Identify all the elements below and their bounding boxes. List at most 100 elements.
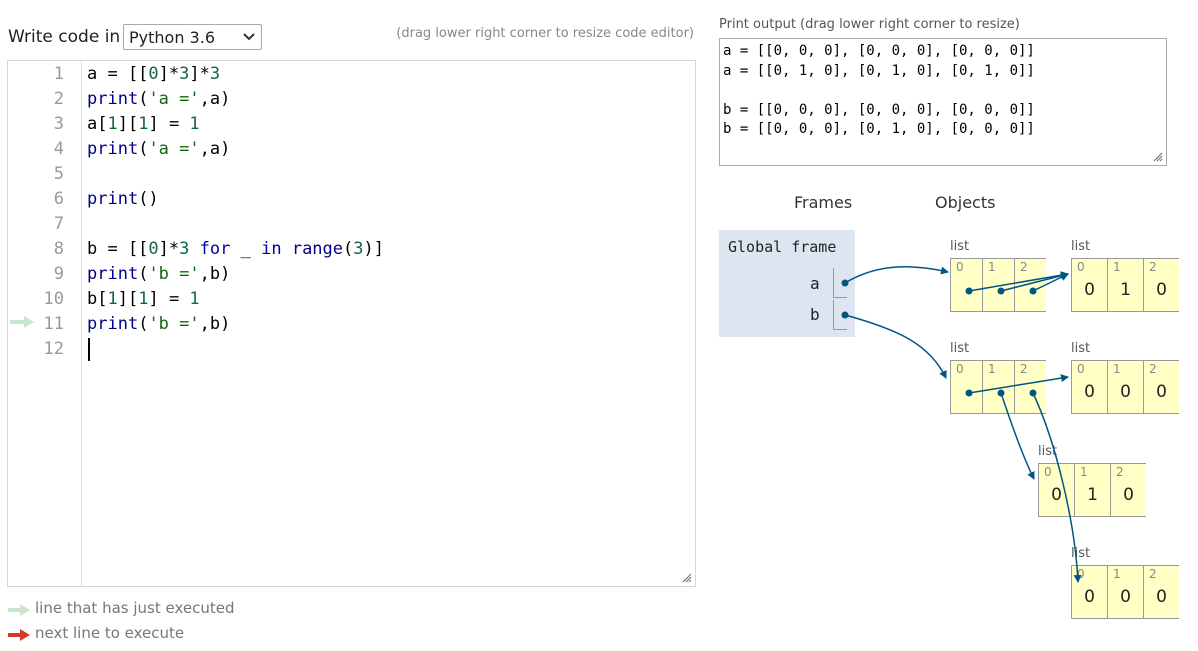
output-line: b = [[0, 0, 0], [0, 1, 0], [0, 0, 0]] <box>723 121 1035 137</box>
code-line-6[interactable]: print() <box>87 187 159 212</box>
list-index: 2 <box>1020 260 1028 274</box>
list-cell: 10 <box>1107 361 1143 413</box>
list-value: 0 <box>1156 280 1167 300</box>
list-value: 1 <box>1087 485 1098 505</box>
print-output-box[interactable]: a = [[0, 0, 0], [0, 0, 0], [0, 0, 0]] a … <box>719 38 1167 166</box>
list-index: 0 <box>956 362 964 376</box>
list-cell: 11 <box>1074 464 1110 516</box>
list-label: list <box>1071 341 1091 356</box>
list-cell: 1 <box>982 361 1014 413</box>
line-number: 1 <box>53 64 64 84</box>
objects-header: Objects <box>935 193 996 212</box>
list-cell: 0 <box>950 259 982 311</box>
language-selected-value: Python 3.6 <box>129 28 215 47</box>
list-cell: 00 <box>1071 361 1107 413</box>
list-value: 0 <box>1120 382 1131 402</box>
list-value: 0 <box>1084 382 1095 402</box>
list-cell: 00 <box>1071 566 1107 618</box>
list-a-outer: 0 1 2 <box>950 258 1046 312</box>
code-line-11[interactable]: print('b =',b) <box>87 312 230 337</box>
line-number-gutter: 1 2 3 4 5 6 7 8 9 10 11 12 <box>8 61 82 586</box>
line-number: 12 <box>43 339 64 359</box>
list-index: 1 <box>1113 260 1121 274</box>
list-index: 1 <box>988 362 996 376</box>
code-editor[interactable]: 1 2 3 4 5 6 7 8 9 10 11 12 a = [[0]*3]*3… <box>7 60 696 587</box>
code-line-9[interactable]: print('b =',b) <box>87 262 230 287</box>
line-number: 9 <box>53 264 64 284</box>
list-index: 2 <box>1149 362 1157 376</box>
list-cell: 10 <box>1107 566 1143 618</box>
line-number: 4 <box>53 139 64 159</box>
list-cell: 20 <box>1143 361 1179 413</box>
text-cursor <box>88 338 90 361</box>
list-cell: 0 <box>950 361 982 413</box>
code-line-2[interactable]: print('a =',a) <box>87 87 230 112</box>
resize-grip-icon[interactable] <box>1153 152 1163 162</box>
list-cell: 2 <box>1014 259 1046 311</box>
output-line: b = [[0, 0, 0], [0, 0, 0], [0, 0, 0]] <box>723 101 1035 118</box>
list-index: 0 <box>1077 362 1085 376</box>
line-number: 3 <box>53 114 64 134</box>
list-cell: 2 <box>1014 361 1046 413</box>
list-index: 2 <box>1020 362 1028 376</box>
global-frame: Global frame a b <box>719 230 855 337</box>
line-number: 10 <box>43 289 64 309</box>
language-select[interactable]: Python 3.6 <box>123 24 262 50</box>
global-frame-title: Global frame <box>728 238 837 256</box>
frames-header: Frames <box>794 193 853 212</box>
code-line-8[interactable]: b = [[0]*3 for _ in range(3)] <box>87 237 384 262</box>
list-index: 2 <box>1116 465 1124 479</box>
list-label: list <box>1038 444 1058 459</box>
legend-next: next line to execute <box>8 624 184 642</box>
output-line: a = [[0, 1, 0], [0, 1, 0], [0, 1, 0]] <box>723 62 1035 79</box>
pointer-b <box>844 314 947 379</box>
list-b-row1: 00 11 20 <box>1038 463 1146 517</box>
list-value: 0 <box>1156 382 1167 402</box>
list-index: 0 <box>1077 260 1085 274</box>
list-value: 0 <box>1051 485 1062 505</box>
list-index: 2 <box>1149 567 1157 581</box>
variable-b-pointer-cell <box>833 300 847 330</box>
chevron-down-icon <box>243 33 255 41</box>
line-number: 8 <box>53 239 64 259</box>
print-output-label: Print output (drag lower right corner to… <box>719 17 1020 32</box>
variable-a: a <box>810 274 820 293</box>
green-arrow-icon <box>8 604 30 616</box>
list-cell: 00 <box>1038 464 1074 516</box>
resize-grip-icon[interactable] <box>682 573 692 583</box>
line-number: 7 <box>53 214 64 234</box>
list-index: 1 <box>988 260 996 274</box>
list-cell: 20 <box>1143 566 1179 618</box>
list-index: 2 <box>1149 260 1157 274</box>
legend-next-label: next line to execute <box>35 624 185 642</box>
code-line-4[interactable]: print('a =',a) <box>87 137 230 162</box>
list-cell: 20 <box>1110 464 1146 516</box>
list-label: list <box>1071 239 1091 254</box>
list-index: 0 <box>956 260 964 274</box>
list-value: 0 <box>1084 280 1095 300</box>
list-index: 1 <box>1113 567 1121 581</box>
list-cell: 1 <box>982 259 1014 311</box>
legend-executed-label: line that has just executed <box>35 599 235 617</box>
list-cell: 00 <box>1071 259 1107 311</box>
code-line-1[interactable]: a = [[0]*3]*3 <box>87 62 220 87</box>
list-index: 1 <box>1113 362 1121 376</box>
list-b-row0: 00 10 20 <box>1071 360 1179 414</box>
list-index: 1 <box>1080 465 1088 479</box>
red-arrow-icon <box>8 629 30 641</box>
resize-editor-hint: (drag lower right corner to resize code … <box>396 26 694 41</box>
list-index: 0 <box>1044 465 1052 479</box>
output-line: a = [[0, 0, 0], [0, 0, 0], [0, 0, 0]] <box>723 43 1035 59</box>
code-line-3[interactable]: a[1][1] = 1 <box>87 112 200 137</box>
code-line-10[interactable]: b[1][1] = 1 <box>87 287 200 312</box>
list-index: 0 <box>1077 567 1085 581</box>
list-cell: 20 <box>1143 259 1179 311</box>
variable-a-pointer-cell <box>833 268 847 298</box>
just-executed-arrow-icon <box>10 316 34 328</box>
list-value: 0 <box>1120 587 1131 607</box>
list-value: 0 <box>1123 485 1134 505</box>
list-label: list <box>950 239 970 254</box>
list-label: list <box>1071 546 1091 561</box>
write-code-label: Write code in <box>8 27 121 47</box>
